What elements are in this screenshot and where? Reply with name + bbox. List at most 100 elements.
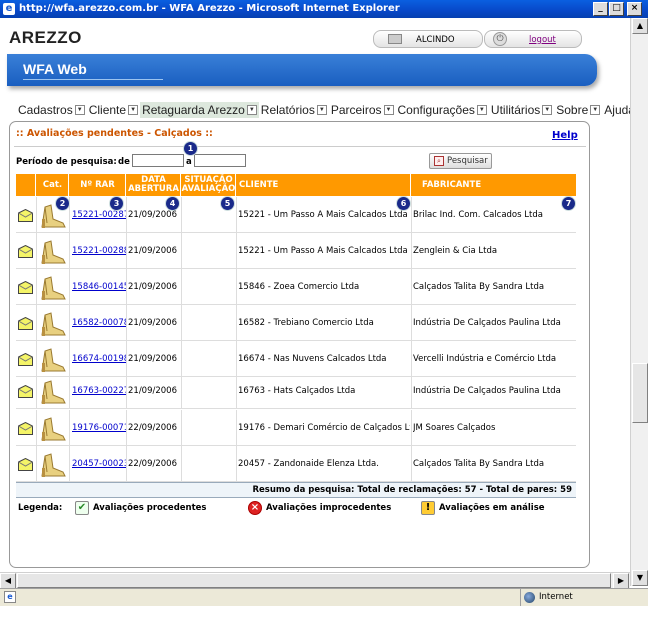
zone-label: Internet	[539, 592, 573, 602]
status-cell	[18, 233, 34, 269]
menu-label: Relatórios	[260, 103, 315, 117]
header-fabricante: FABRICANTE	[412, 174, 576, 196]
callout-badge: 6	[397, 197, 410, 210]
col-divider	[36, 269, 37, 305]
callout-badge: 7	[562, 197, 575, 210]
from-label: de	[118, 157, 130, 167]
rar-link[interactable]: 19176-00071	[72, 423, 126, 433]
envelope-icon[interactable]	[18, 244, 33, 258]
logout-link[interactable]: logout	[529, 35, 556, 45]
maximize-button[interactable]: □	[609, 2, 624, 16]
search-button[interactable]: ⌕ Pesquisar	[429, 153, 492, 169]
col-divider	[36, 233, 37, 269]
minimize-button[interactable]: _	[593, 2, 608, 16]
col-divider	[69, 233, 70, 269]
checkmark-icon: ✔	[75, 501, 89, 515]
menu-item-configuracoes[interactable]: Configurações ▼	[396, 102, 489, 118]
user-box: ALCINDO	[373, 30, 483, 48]
col-divider	[236, 341, 237, 377]
legend-procedentes: ✔ Avaliações procedentes	[75, 500, 206, 516]
horizontal-scroll-thumb[interactable]	[17, 573, 611, 588]
ie-icon: e	[3, 3, 15, 15]
rar-link[interactable]: 16674-00198	[72, 354, 126, 364]
scroll-left-button[interactable]: ◀	[0, 573, 16, 589]
rar-link[interactable]: 16763-00227	[72, 386, 126, 396]
header-cliente-label: CLIENTE	[239, 179, 279, 190]
chevron-down-icon: ▼	[316, 105, 327, 115]
col-divider	[69, 197, 70, 233]
horizontal-scrollbar[interactable]: ◀ ▶	[0, 572, 630, 589]
rar-cell: 16582-00078	[72, 305, 126, 341]
menu-label: Configurações	[397, 103, 475, 117]
rar-cell: 16763-00227	[72, 373, 126, 409]
menu-item-relatorios[interactable]: Relatórios ▼	[259, 102, 329, 118]
client-cell: 16582 - Trebiano Comercio Ltda	[238, 318, 374, 328]
app-title: WFA Web	[23, 61, 87, 77]
vertical-scroll-thumb[interactable]	[632, 363, 648, 423]
client-cell: 16763 - Hats Calçados Ltda	[238, 386, 356, 396]
col-divider	[69, 410, 70, 446]
client-cell: 15846 - Zoea Comercio Ltda	[238, 282, 360, 292]
cat-cell	[38, 410, 68, 446]
envelope-icon[interactable]	[18, 384, 33, 398]
rar-link[interactable]: 15846-00145	[72, 282, 126, 292]
legend-analise-label: Avaliações em análise	[439, 503, 545, 513]
menu-label: Cliente	[88, 103, 127, 117]
scroll-up-button[interactable]: ▲	[632, 18, 648, 34]
rar-cell: 16674-00198	[72, 341, 126, 377]
envelope-icon[interactable]	[18, 421, 33, 435]
menu-label: Utilitários	[490, 103, 541, 117]
envelope-icon[interactable]	[18, 457, 33, 471]
rar-link[interactable]: 16582-00078	[72, 318, 126, 328]
callout-badge: 1	[184, 142, 197, 155]
rar-link[interactable]: 15221-00287	[72, 210, 126, 220]
menu-item-cadastros[interactable]: Cadastros ▼	[16, 102, 87, 118]
scroll-down-button[interactable]: ▼	[632, 570, 648, 586]
date-from-input[interactable]	[132, 154, 184, 167]
menu-item-sobre[interactable]: Sobre ▼	[554, 102, 602, 118]
brand-logo: AREZZO	[9, 28, 82, 47]
envelope-icon[interactable]	[18, 352, 33, 366]
legend-improcedentes: × Avaliações improcedentes	[248, 500, 391, 516]
col-divider	[411, 410, 412, 446]
callout-badge: 5	[221, 197, 234, 210]
banner-underline	[23, 79, 163, 80]
table-row: 15846-00145 21/09/2006 15846 - Zoea Come…	[16, 269, 576, 305]
rar-link[interactable]: 20457-00023	[72, 459, 126, 469]
status-cell	[18, 410, 34, 446]
scroll-right-button[interactable]: ▶	[613, 573, 629, 589]
header-cat: Cat.	[37, 174, 69, 196]
shoe-icon	[41, 417, 66, 441]
shoe-icon	[41, 240, 66, 264]
menu-item-utilitarios[interactable]: Utilitários ▼	[489, 102, 554, 118]
table-row: 16674-00198 21/09/2006 16674 - Nas Nuven…	[16, 341, 576, 377]
menu-item-retaguarda[interactable]: Retaguarda Arezzo ▼	[140, 102, 259, 118]
col-divider	[181, 341, 182, 377]
date-cell: 21/09/2006	[128, 386, 177, 396]
col-divider	[126, 446, 127, 482]
rar-link[interactable]: 15221-00288	[72, 246, 126, 256]
logout-box[interactable]: ⏻ logout	[484, 30, 582, 48]
col-divider	[411, 197, 412, 233]
envelope-icon[interactable]	[18, 316, 33, 330]
menu-item-parceiros[interactable]: Parceiros ▼	[329, 102, 396, 118]
col-divider	[236, 446, 237, 482]
help-link[interactable]: Help	[552, 130, 578, 141]
close-button[interactable]: ×	[627, 2, 642, 16]
col-divider	[236, 233, 237, 269]
globe-icon	[524, 592, 535, 603]
chevron-down-icon: ▼	[476, 105, 487, 115]
cat-cell	[38, 446, 68, 482]
envelope-icon[interactable]	[18, 280, 33, 294]
date-to-input[interactable]	[194, 154, 246, 167]
date-cell: 22/09/2006	[128, 423, 177, 433]
col-divider	[126, 233, 127, 269]
vertical-scrollbar[interactable]: ▲ ▼	[630, 18, 648, 586]
menu-item-cliente[interactable]: Cliente ▼	[87, 102, 140, 118]
col-divider	[36, 446, 37, 482]
summary-text: Resumo da pesquisa: Total de reclamações…	[252, 485, 572, 495]
date-cell: 21/09/2006	[128, 246, 177, 256]
page-icon: e	[4, 591, 16, 603]
envelope-icon[interactable]	[18, 208, 33, 222]
client-cell: 15221 - Um Passo A Mais Calcados Ltda	[238, 210, 408, 220]
